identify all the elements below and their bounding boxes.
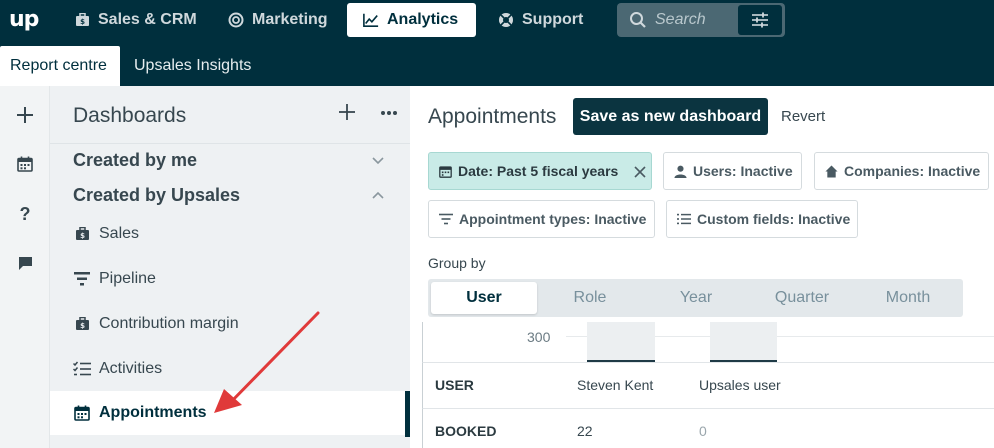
group-by-user[interactable]: User bbox=[431, 282, 537, 314]
sidebar-item-appointments[interactable]: Appointments bbox=[50, 391, 405, 435]
rail-chat-button[interactable] bbox=[0, 248, 50, 278]
user-icon bbox=[674, 164, 687, 178]
table-cell: 22 bbox=[577, 423, 593, 439]
top-navigation-bar: up $ Sales & CRM Marketing Analytics Sup… bbox=[0, 0, 994, 40]
sidebar-item-label: Pipeline bbox=[99, 270, 156, 287]
search-icon bbox=[629, 11, 647, 29]
chevron-down-icon[interactable] bbox=[370, 153, 386, 169]
y-tick-label: 300 bbox=[527, 329, 551, 345]
filter-icon bbox=[439, 212, 453, 226]
nav-sales-crm[interactable]: $ Sales & CRM bbox=[58, 3, 213, 37]
calendar-icon bbox=[439, 164, 452, 178]
table-cell: 0 bbox=[699, 423, 707, 439]
briefcase-icon: $ bbox=[73, 225, 91, 243]
group-by-role[interactable]: Role bbox=[537, 282, 643, 314]
filter-chip-date[interactable]: Date: Past 5 fiscal years bbox=[428, 152, 652, 190]
chart-bar[interactable] bbox=[587, 322, 655, 362]
list-icon bbox=[677, 212, 691, 226]
page-title: Appointments bbox=[428, 105, 557, 128]
revert-button[interactable]: Revert bbox=[781, 108, 825, 125]
svg-text:$: $ bbox=[80, 322, 85, 330]
nav-label: Support bbox=[522, 11, 584, 28]
home-icon bbox=[825, 164, 838, 178]
filter-chip-custom-fields[interactable]: Custom fields: Inactive bbox=[666, 200, 858, 238]
rail-add-button[interactable] bbox=[0, 100, 50, 130]
search-input[interactable]: Search bbox=[655, 11, 738, 29]
filter-chip-companies[interactable]: Companies: Inactive bbox=[814, 152, 989, 190]
sidebar-item-label: Activities bbox=[99, 360, 163, 377]
sidebar-item-sales[interactable]: $ Sales bbox=[50, 212, 410, 256]
group-by-quarter[interactable]: Quarter bbox=[749, 282, 855, 314]
rail-help-button[interactable]: ? bbox=[0, 199, 50, 229]
active-item-indicator bbox=[405, 391, 410, 437]
upsales-logo[interactable]: up bbox=[9, 7, 39, 32]
nav-marketing[interactable]: Marketing bbox=[212, 3, 344, 37]
plus-icon bbox=[17, 107, 33, 123]
briefcase-icon: $ bbox=[74, 12, 90, 28]
dashboards-sidebar: Dashboards Created by me Created by Upsa… bbox=[50, 86, 410, 448]
close-icon[interactable] bbox=[634, 165, 646, 178]
group-by-year[interactable]: Year bbox=[643, 282, 749, 314]
filter-chip-label: Custom fields: Inactive bbox=[697, 211, 851, 227]
search-filter-button[interactable] bbox=[738, 5, 782, 35]
sidebar-divider bbox=[50, 143, 410, 144]
search-box[interactable]: Search bbox=[617, 3, 785, 37]
nav-analytics[interactable]: Analytics bbox=[347, 3, 476, 37]
filter-chip-label: Date: Past 5 fiscal years bbox=[458, 163, 619, 179]
lifebuoy-icon bbox=[498, 12, 514, 28]
sidebar-item-pipeline[interactable]: Pipeline bbox=[50, 257, 410, 301]
table-header-label: USER bbox=[435, 377, 474, 393]
group-by-label: Group by bbox=[428, 255, 486, 271]
plus-icon bbox=[339, 104, 355, 120]
chart-area bbox=[422, 322, 994, 362]
calendar-icon bbox=[17, 156, 33, 172]
chevron-up-icon[interactable] bbox=[370, 187, 386, 203]
sidebar-item-label: Sales bbox=[99, 225, 140, 242]
table-header-cell: Steven Kent bbox=[577, 377, 654, 393]
dashboards-title: Dashboards bbox=[73, 104, 187, 127]
group-by-segmented-control: User Role Year Quarter Month bbox=[428, 279, 963, 317]
sidebar-item-label: Contribution margin bbox=[99, 315, 239, 332]
filter-chip-label: Users: Inactive bbox=[693, 163, 793, 179]
table-row-label: BOOKED bbox=[435, 423, 497, 439]
nav-support[interactable]: Support bbox=[482, 3, 599, 37]
section-created-by-me[interactable]: Created by me bbox=[73, 150, 197, 171]
table-row: BOOKED 22 0 bbox=[422, 408, 994, 448]
sub-navigation-bar: Report centre Upsales Insights bbox=[0, 40, 994, 86]
more-dots-icon bbox=[381, 111, 397, 115]
svg-text:$: $ bbox=[80, 232, 85, 240]
filter-chip-label: Appointment types: Inactive bbox=[459, 211, 647, 227]
chat-icon bbox=[18, 256, 32, 270]
calendar-icon bbox=[73, 404, 91, 422]
nav-label: Marketing bbox=[252, 11, 328, 28]
chart-bar[interactable] bbox=[710, 322, 777, 362]
sliders-icon bbox=[752, 12, 768, 28]
trend-chart-icon bbox=[363, 12, 379, 28]
group-by-month[interactable]: Month bbox=[855, 282, 961, 314]
sidebar-item-activities[interactable]: Activities bbox=[50, 347, 410, 391]
question-icon: ? bbox=[19, 203, 31, 224]
target-icon bbox=[228, 12, 244, 28]
tab-upsales-insights[interactable]: Upsales Insights bbox=[124, 46, 261, 86]
sidebar-item-label: Appointments bbox=[99, 404, 207, 421]
svg-text:$: $ bbox=[80, 18, 85, 26]
table-header-cell: Upsales user bbox=[699, 377, 781, 393]
nav-label: Sales & CRM bbox=[98, 11, 197, 28]
section-created-by-upsales[interactable]: Created by Upsales bbox=[73, 185, 240, 206]
left-icon-rail: ? bbox=[0, 86, 50, 448]
nav-label: Analytics bbox=[387, 11, 459, 28]
filter-chip-users[interactable]: Users: Inactive bbox=[663, 152, 802, 190]
funnel-icon bbox=[73, 270, 91, 288]
filter-chip-appointment-types[interactable]: Appointment types: Inactive bbox=[428, 200, 655, 238]
more-options-button[interactable] bbox=[380, 104, 400, 124]
filter-chip-label: Companies: Inactive bbox=[844, 163, 981, 179]
add-dashboard-button[interactable] bbox=[338, 103, 358, 125]
tab-report-centre[interactable]: Report centre bbox=[0, 46, 120, 86]
sidebar-item-contribution-margin[interactable]: $ Contribution margin bbox=[50, 302, 410, 346]
save-as-new-dashboard-button[interactable]: Save as new dashboard bbox=[573, 98, 768, 135]
checklist-icon bbox=[73, 360, 91, 378]
briefcase-icon: $ bbox=[73, 315, 91, 333]
table-header-row: USER Steven Kent Upsales user bbox=[422, 362, 994, 408]
rail-calendar-button[interactable] bbox=[0, 149, 50, 179]
